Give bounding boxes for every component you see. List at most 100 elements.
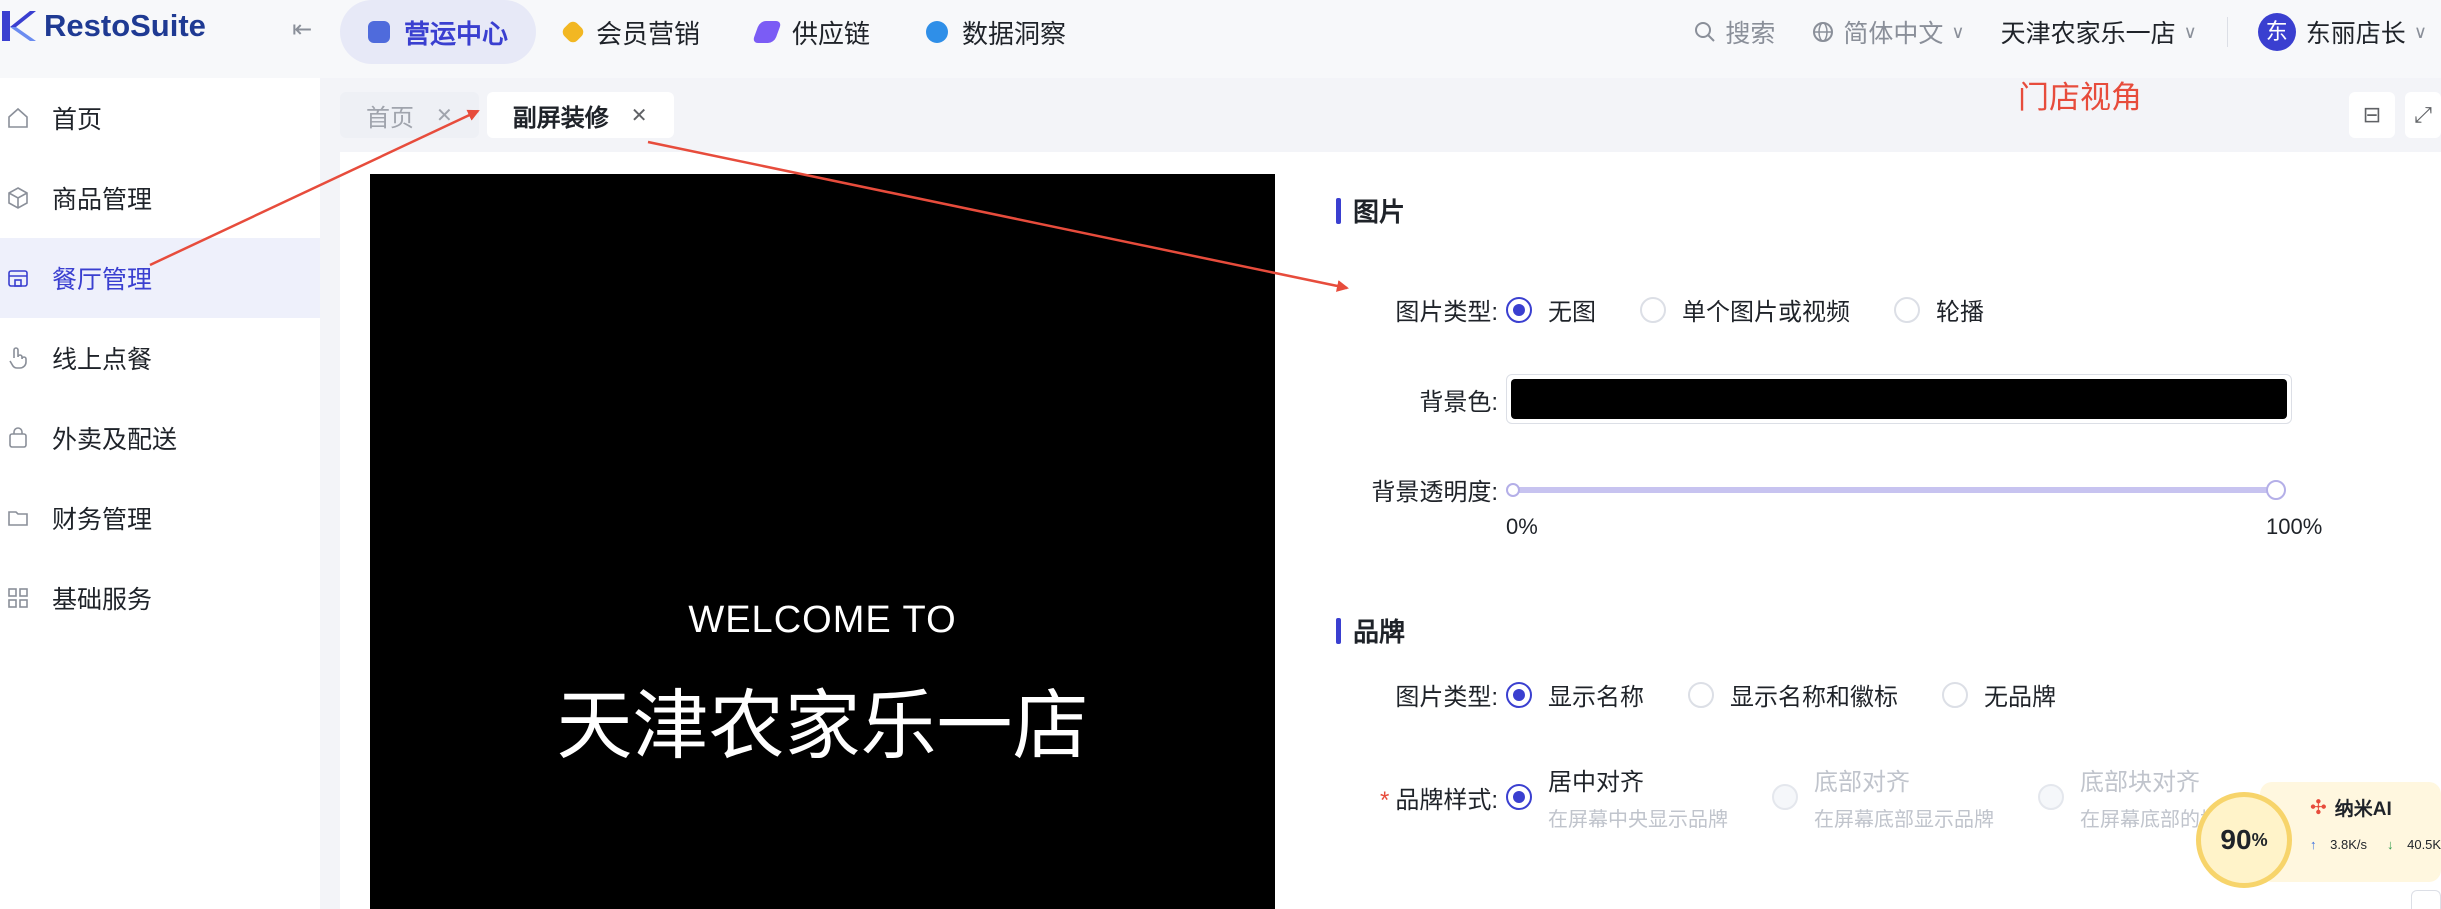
radio-no-brand[interactable]: 无品牌 xyxy=(1942,677,2056,712)
header-divider xyxy=(2226,17,2228,47)
header-right: 搜索 简体中文 ∨ 天津农家乐一店 ∨ 东 东丽店长 ∨ xyxy=(1693,0,2441,64)
widget-name: 纳米AI xyxy=(2334,799,2392,820)
search-button[interactable]: 搜索 xyxy=(1693,14,1775,50)
avatar: 东 xyxy=(2257,13,2296,51)
slider-handle[interactable] xyxy=(2266,479,2286,500)
bag-icon xyxy=(9,427,27,448)
sidebar-item-label: 基础服务 xyxy=(52,586,153,614)
sidebar-item-home[interactable]: 首页 xyxy=(0,78,320,158)
sidebar-item-delivery[interactable]: 外卖及配送 xyxy=(0,398,320,478)
percent-unit: % xyxy=(2251,829,2268,850)
operations-icon xyxy=(368,21,390,43)
slider-min-label: 0% xyxy=(1506,514,1538,539)
radio-label: 底部对齐 xyxy=(1814,769,1910,796)
radio-dot xyxy=(1640,296,1666,323)
radio-dot xyxy=(1506,784,1532,810)
chevron-down-icon: ∨ xyxy=(2413,21,2427,42)
nano-ai-widget[interactable]: ✣ 纳米AI ↑ 3.8K/s ↓ 40.5K/s 90% xyxy=(2196,782,2441,892)
user-menu[interactable]: 东 东丽店长 ∨ xyxy=(2257,13,2427,51)
tab-secondary-screen[interactable]: 副屏装修 ✕ xyxy=(486,92,674,138)
collapse-menu-icon[interactable]: ⇤ xyxy=(288,16,316,44)
radio-label: 显示名称 xyxy=(1548,684,1644,711)
store-label: 天津农家乐一店 xyxy=(2000,20,2176,48)
sidebar-item-basic-services[interactable]: 基础服务 xyxy=(0,558,320,638)
upload-value: 3.8K/s xyxy=(2330,837,2367,852)
tab-home[interactable]: 首页 ✕ xyxy=(340,92,479,138)
topnav-label: 营运中心 xyxy=(404,18,509,49)
radio-show-name-logo[interactable]: 显示名称和徽标 xyxy=(1688,677,1898,712)
bg-color-swatch xyxy=(1511,379,2287,419)
bg-opacity-slider[interactable] xyxy=(1506,475,2286,505)
topnav-member-marketing[interactable]: 会员营销 xyxy=(536,0,728,64)
hand-icon xyxy=(9,347,27,369)
network-speeds: ↑ 3.8K/s ↓ 40.5K/s xyxy=(2310,837,2441,852)
radio-label: 单个图片或视频 xyxy=(1682,299,1850,326)
sidebar-item-label: 外卖及配送 xyxy=(52,426,178,454)
preview-store-name: 天津农家乐一店 xyxy=(556,684,1089,769)
fullscreen-icon[interactable]: ⤢ xyxy=(2405,92,2441,138)
field-label: 图片类型: xyxy=(1395,299,1498,326)
nano-ai-logo-icon: ✣ xyxy=(2310,797,2327,819)
search-label: 搜索 xyxy=(1725,20,1776,48)
store-select[interactable]: 天津农家乐一店 ∨ xyxy=(2001,14,2197,50)
radio-single-image-video[interactable]: 单个图片或视频 xyxy=(1640,292,1850,327)
topnav-supply-chain[interactable]: 供应链 xyxy=(728,0,898,64)
globe-icon xyxy=(1813,22,1834,42)
tab-tools: ⊟ ⤢ xyxy=(2339,92,2441,138)
bg-opacity-row: 背景透明度: xyxy=(1336,472,2286,507)
top-nav: 营运中心 会员营销 供应链 数据洞察 xyxy=(340,0,1094,64)
field-label: 背景透明度: xyxy=(1371,479,1498,506)
chevron-down-icon: ∨ xyxy=(1951,21,1965,42)
radio-bottom-align[interactable]: 底部对齐 在屏幕底部显示品牌 xyxy=(1772,762,1994,832)
sidebar-item-label: 财务管理 xyxy=(52,506,153,534)
sidebar-item-online-order[interactable]: 线上点餐 xyxy=(0,318,320,398)
topnav-label: 数据洞察 xyxy=(962,18,1067,49)
radio-dot xyxy=(1942,681,1968,708)
lock-icon[interactable]: ⊟ xyxy=(2349,92,2395,138)
radio-dot xyxy=(1506,681,1532,708)
radio-dot xyxy=(1688,681,1714,708)
required-asterisk: * xyxy=(1379,786,1390,814)
radio-center-align[interactable]: 居中对齐 在屏幕中央显示品牌 xyxy=(1506,762,1728,832)
sidebar-item-label: 首页 xyxy=(52,106,103,134)
image-type-row: 图片类型: 无图 单个图片或视频 轮播 xyxy=(1336,292,2028,327)
top-bar: RestoSuite ⇤ 营运中心 会员营销 供应链 数据洞察 搜索 简体中文 … xyxy=(0,0,2441,78)
page-tabs: 首页 ✕ 副屏装修 ✕ xyxy=(340,92,682,140)
bg-color-row: 背景色: xyxy=(1336,374,2292,424)
radio-dot xyxy=(1772,784,1798,810)
language-label: 简体中文 xyxy=(1843,20,1944,48)
chevron-down-icon: ∨ xyxy=(2183,21,2197,42)
screen-preview: WELCOME TO 天津农家乐一店 xyxy=(370,174,1275,909)
language-select[interactable]: 简体中文 ∨ xyxy=(1811,14,1965,50)
bg-color-picker[interactable] xyxy=(1506,374,2292,424)
tab-label: 副屏装修 xyxy=(512,104,609,132)
radio-dot xyxy=(2038,784,2064,810)
arrow-up-icon: ↑ xyxy=(2310,837,2317,852)
topnav-label: 会员营销 xyxy=(596,18,701,49)
radio-show-name[interactable]: 显示名称 xyxy=(1506,677,1644,712)
radio-carousel[interactable]: 轮播 xyxy=(1894,292,1984,327)
side-panel-toggle-icon[interactable] xyxy=(2411,890,2441,909)
radio-label: 轮播 xyxy=(1936,299,1984,326)
field-label-text: 品牌样式: xyxy=(1395,786,1498,814)
radio-no-image[interactable]: 无图 xyxy=(1506,292,1596,327)
tab-label: 首页 xyxy=(366,104,414,132)
topnav-data-insight[interactable]: 数据洞察 xyxy=(898,0,1094,64)
sidebar-item-finance[interactable]: 财务管理 xyxy=(0,478,320,558)
radio-label: 居中对齐 xyxy=(1548,769,1644,796)
sidebar-item-products[interactable]: 商品管理 xyxy=(0,158,320,238)
close-icon[interactable]: ✕ xyxy=(631,103,648,128)
sidebar-item-label: 餐厅管理 xyxy=(52,266,153,294)
radio-dot xyxy=(1894,296,1920,323)
diamond-icon xyxy=(560,19,586,45)
supply-chain-icon xyxy=(752,21,783,43)
preview-welcome: WELCOME TO xyxy=(688,599,957,641)
sidebar-item-restaurant[interactable]: 餐厅管理 xyxy=(0,238,320,318)
store-icon xyxy=(8,270,28,287)
topnav-operations[interactable]: 营运中心 xyxy=(340,0,537,64)
slider-min-marker xyxy=(1506,482,1520,497)
brand-type-row: 图片类型: 显示名称 显示名称和徽标 无品牌 xyxy=(1336,677,2100,712)
close-icon[interactable]: ✕ xyxy=(436,103,453,128)
brand-logo[interactable]: RestoSuite xyxy=(0,6,206,46)
search-icon xyxy=(1695,22,1716,42)
